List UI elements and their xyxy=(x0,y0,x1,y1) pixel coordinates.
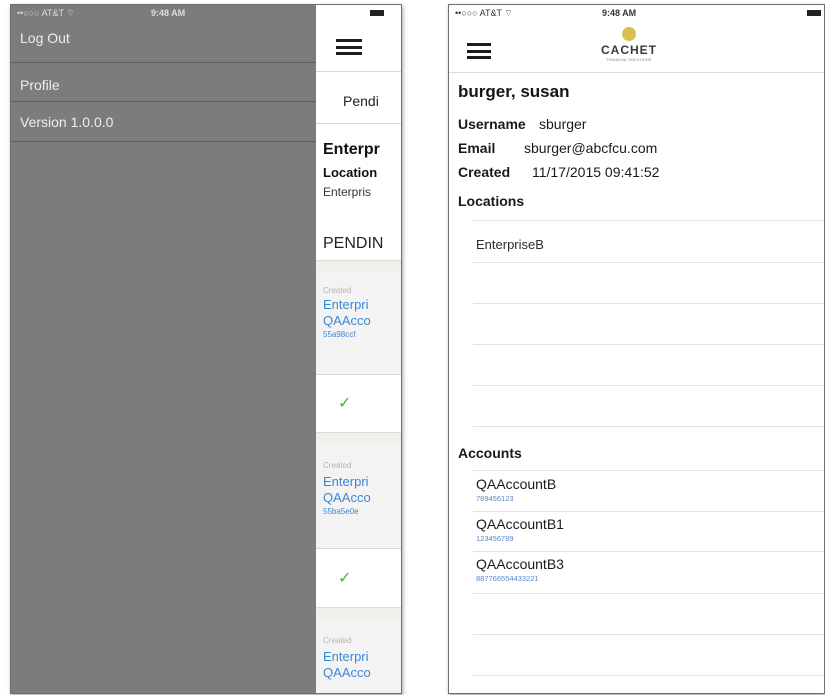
account-number: 887766554433221 xyxy=(476,574,539,583)
clock: 9:48 AM xyxy=(602,8,637,18)
header-divider xyxy=(316,71,401,72)
list-divider xyxy=(473,551,824,552)
cachet-logo: CACHET FINANCIAL SOLUTIONS xyxy=(599,27,659,69)
carrier-signal: ••○○○ AT&T ⌔ xyxy=(455,8,513,18)
main-content-peek[interactable]: Pendi Enterpr Location Enterpris PENDIN … xyxy=(316,5,401,693)
created-label: Created xyxy=(323,636,352,645)
carrier-signal: ••○○○ AT&T ⌔ xyxy=(17,8,75,18)
profile-screen: ••○○○ AT&T ⌔ 9:48 AM CACHET FINANCIAL SO… xyxy=(448,4,825,694)
location-value: Enterpris xyxy=(323,185,372,199)
account-name[interactable]: QAAccountB xyxy=(476,476,556,492)
battery-icon xyxy=(807,10,821,16)
card-divider xyxy=(316,374,401,375)
logo-subtitle: FINANCIAL SOLUTIONS xyxy=(606,57,652,62)
pending-card[interactable]: Created Enterpri QAAcco xyxy=(316,618,401,693)
created-value: 11/17/2015 09:41:52 xyxy=(532,164,660,180)
created-label: Created xyxy=(323,461,352,470)
pending-card[interactable]: Created Enterpri QAAcco 55a98ccf xyxy=(316,271,401,374)
list-divider xyxy=(473,344,824,345)
location-item[interactable]: EnterpriseB xyxy=(476,237,544,252)
card-enterprise: Enterpri xyxy=(323,649,369,664)
list-divider xyxy=(473,385,824,386)
enterprise-title: Enterpr xyxy=(323,141,380,158)
account-number: 789456123 xyxy=(476,494,514,503)
tab-pending[interactable]: Pendi xyxy=(343,93,379,109)
approve-check-icon[interactable]: ✓ xyxy=(338,568,351,588)
approve-check-icon[interactable]: ✓ xyxy=(338,393,351,413)
list-divider xyxy=(473,426,824,427)
card-enterprise: Enterpri xyxy=(323,297,369,312)
menu-item-version: Version 1.0.0.0 xyxy=(11,102,316,142)
menu-screen: ••○○○ AT&T ⌔ 9:48 AM Log Out Profile Ver… xyxy=(10,4,402,694)
account-number: 123456789 xyxy=(476,534,514,543)
card-id: 55a98ccf xyxy=(323,330,356,339)
list-divider xyxy=(473,303,824,304)
battery-icon xyxy=(370,10,384,16)
clock: 9:48 AM xyxy=(151,8,186,18)
created-label: Created xyxy=(458,164,511,180)
list-divider xyxy=(473,634,824,635)
card-id: 55ba5e0e xyxy=(323,507,359,516)
hamburger-menu-icon[interactable] xyxy=(467,43,491,59)
account-name[interactable]: QAAccountB1 xyxy=(476,516,564,532)
created-label: Created xyxy=(323,286,352,295)
username-label: Username xyxy=(458,116,526,132)
accounts-heading: Accounts xyxy=(458,445,522,461)
list-divider xyxy=(473,593,824,594)
list-divider xyxy=(473,675,824,676)
created-row: Created 11/17/2015 09:41:52 xyxy=(458,164,659,180)
list-divider xyxy=(473,262,824,263)
pending-header: PENDIN xyxy=(323,235,384,252)
side-menu: ••○○○ AT&T ⌔ 9:48 AM Log Out Profile Ver… xyxy=(11,5,316,693)
email-value: sburger@abcfcu.com xyxy=(524,140,658,156)
user-full-name: burger, susan xyxy=(458,82,570,101)
card-account: QAAcco xyxy=(323,665,371,680)
logo-mark-icon xyxy=(622,27,636,41)
status-bar: ••○○○ AT&T ⌔ 9:48 AM xyxy=(11,5,316,25)
list-divider xyxy=(473,470,824,471)
tab-divider xyxy=(316,123,401,124)
username-value: sburger xyxy=(539,116,587,132)
header-divider xyxy=(449,72,824,73)
card-enterprise: Enterpri xyxy=(323,474,369,489)
card-divider xyxy=(316,548,401,549)
account-name[interactable]: QAAccountB3 xyxy=(476,556,564,572)
location-label: Location xyxy=(323,165,378,180)
logo-text: CACHET xyxy=(601,43,657,57)
card-account: QAAcco xyxy=(323,313,371,328)
list-divider xyxy=(473,511,824,512)
email-row: Email sburger@abcfcu.com xyxy=(458,140,657,156)
username-row: Username sburger xyxy=(458,116,586,132)
email-label: Email xyxy=(458,140,496,156)
menu-item-log-out[interactable]: Log Out xyxy=(11,25,316,63)
menu-item-profile[interactable]: Profile xyxy=(11,68,316,102)
pending-card[interactable]: Created Enterpri QAAcco 55ba5e0e xyxy=(316,443,401,548)
status-bar: ••○○○ AT&T ⌔ 9:48 AM xyxy=(449,5,824,25)
locations-heading: Locations xyxy=(458,193,525,209)
hamburger-menu-icon[interactable] xyxy=(336,39,362,55)
card-account: QAAcco xyxy=(323,490,371,505)
list-divider xyxy=(473,220,824,221)
